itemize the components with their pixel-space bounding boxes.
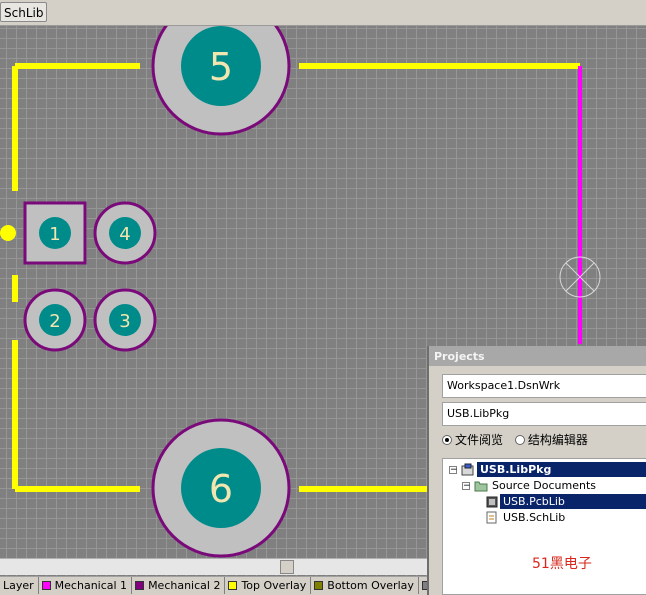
radio-selected-icon bbox=[442, 435, 452, 445]
pad-2[interactable]: 2 bbox=[23, 288, 87, 352]
layer-tab-mechanical-2[interactable]: Mechanical 2 bbox=[132, 577, 226, 594]
layer-tab-label: Layer bbox=[3, 579, 34, 592]
projects-panel-title: Projects bbox=[429, 346, 646, 366]
project-dropdown[interactable]: USB.LibPkg bbox=[442, 402, 646, 426]
structure-editor-label: 结构编辑器 bbox=[527, 433, 588, 447]
pad-2-label: 2 bbox=[49, 311, 60, 332]
scrollbar-thumb[interactable] bbox=[280, 560, 294, 574]
layer-tab-label: Mechanical 1 bbox=[54, 579, 128, 592]
pad-4-label: 4 bbox=[119, 224, 130, 245]
pad-6[interactable]: 6 bbox=[151, 418, 291, 558]
layer-color-swatch bbox=[41, 581, 51, 590]
project-tree: − USB.LibPkg − Source Documents USB.PcbL… bbox=[442, 458, 646, 595]
radio-unselected-icon bbox=[514, 435, 525, 445]
pad-5-label: 5 bbox=[209, 45, 233, 89]
schlib-file-icon bbox=[485, 511, 499, 524]
collapse-toggle-icon[interactable]: − bbox=[462, 482, 471, 491]
file-view-radio[interactable]: 文件阅览 bbox=[442, 433, 503, 447]
pad-4[interactable]: 4 bbox=[93, 201, 157, 265]
tree-item-schlib-label: USB.SchLib bbox=[503, 511, 566, 524]
watermark-text: 51黑电子 bbox=[532, 556, 592, 572]
layer-tab-partial[interactable]: Layer bbox=[0, 577, 39, 594]
document-tab-bar: SchLib bbox=[0, 0, 646, 26]
layer-color-swatch bbox=[314, 581, 324, 590]
structure-editor-radio[interactable]: 结构编辑器 bbox=[514, 433, 588, 447]
layer-tabs-bar: Layer Mechanical 1 Mechanical 2 Top Overlay… bbox=[0, 576, 430, 595]
library-package-icon bbox=[461, 463, 475, 476]
layer-tab-label: Mechanical 2 bbox=[148, 579, 221, 592]
pad-5[interactable]: 5 bbox=[151, 26, 291, 136]
tree-item-root-label: USB.LibPkg bbox=[477, 462, 646, 477]
pad-1[interactable]: 1 bbox=[23, 201, 87, 265]
collapse-toggle-icon[interactable]: − bbox=[449, 466, 458, 475]
pad-3[interactable]: 3 bbox=[93, 288, 157, 352]
projects-panel: Projects Workspace1.DsnWrk USB.LibPkg 文件… bbox=[427, 346, 646, 595]
layer-tab-mechanical-1[interactable]: Mechanical 1 bbox=[39, 577, 133, 594]
pad-3-label: 3 bbox=[119, 311, 130, 332]
horizontal-scrollbar[interactable] bbox=[0, 558, 430, 575]
pcblib-file-icon bbox=[485, 495, 499, 508]
pin1-indicator-dot bbox=[0, 225, 16, 241]
layer-tab-bottom-overlay[interactable]: Bottom Overlay bbox=[311, 577, 419, 594]
tree-item-pcblib[interactable]: USB.PcbLib bbox=[443, 494, 646, 509]
tree-item-source-documents[interactable]: − Source Documents bbox=[443, 478, 646, 493]
pad-6-label: 6 bbox=[209, 467, 233, 511]
schlib-document-tab[interactable]: SchLib bbox=[0, 2, 48, 22]
layer-color-swatch bbox=[135, 581, 145, 590]
view-mode-radio-group: 文件阅览 结构编辑器 bbox=[442, 432, 588, 448]
file-view-label: 文件阅览 bbox=[455, 433, 504, 447]
pad-1-label: 1 bbox=[49, 224, 60, 245]
layer-tab-label: Top Overlay bbox=[241, 579, 307, 592]
layer-tab-top-overlay[interactable]: Top Overlay bbox=[225, 577, 312, 594]
tree-item-source-documents-label: Source Documents bbox=[492, 479, 596, 492]
layer-tab-label: Bottom Overlay bbox=[327, 579, 414, 592]
tree-item-root[interactable]: − USB.LibPkg bbox=[443, 462, 646, 477]
layer-color-swatch bbox=[228, 581, 238, 590]
tree-item-schlib[interactable]: USB.SchLib bbox=[443, 510, 646, 525]
workspace-dropdown[interactable]: Workspace1.DsnWrk bbox=[442, 374, 646, 398]
folder-icon bbox=[474, 479, 488, 492]
tree-item-pcblib-label: USB.PcbLib bbox=[500, 494, 646, 509]
